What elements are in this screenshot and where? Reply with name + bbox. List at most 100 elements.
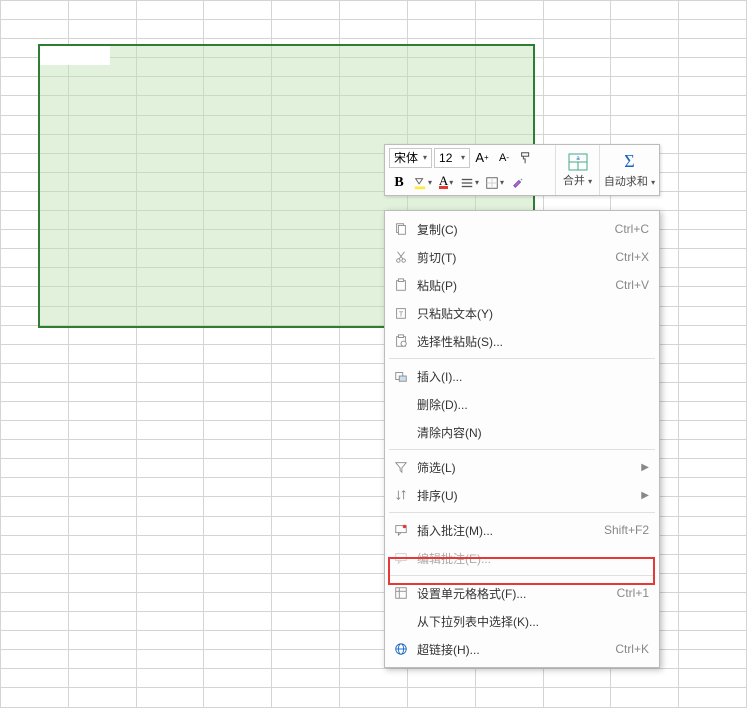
cell[interactable] [475, 669, 543, 688]
cell[interactable] [679, 230, 747, 249]
cell[interactable] [204, 191, 272, 210]
cell[interactable] [204, 612, 272, 631]
cell[interactable] [68, 39, 136, 58]
cell[interactable] [272, 440, 340, 459]
menu-clear[interactable]: 清除内容(N) [385, 418, 659, 446]
cell[interactable] [204, 401, 272, 420]
cell[interactable] [68, 325, 136, 344]
cell[interactable] [1, 115, 69, 134]
cell[interactable] [68, 421, 136, 440]
cell[interactable] [1, 535, 69, 554]
menu-cut[interactable]: 剪切(T) Ctrl+X [385, 243, 659, 271]
cell[interactable] [272, 211, 340, 230]
cell[interactable] [68, 191, 136, 210]
cell[interactable] [272, 478, 340, 497]
cell[interactable] [68, 211, 136, 230]
cell[interactable] [407, 669, 475, 688]
cell[interactable] [1, 96, 69, 115]
cell[interactable] [68, 344, 136, 363]
cell[interactable] [68, 669, 136, 688]
font-color-button[interactable]: A ▾ [436, 172, 456, 194]
menu-sort[interactable]: 排序(U) ▶ [385, 481, 659, 509]
menu-format-cells[interactable]: 设置单元格格式(F)... Ctrl+1 [385, 579, 659, 607]
cell[interactable] [1, 58, 69, 77]
cell[interactable] [543, 688, 611, 708]
cell[interactable] [475, 39, 543, 58]
cell[interactable] [679, 96, 747, 115]
cell[interactable] [136, 401, 204, 420]
cell[interactable] [1, 382, 69, 401]
cell[interactable] [611, 77, 679, 96]
cell[interactable] [68, 287, 136, 306]
cell[interactable] [1, 497, 69, 516]
cell[interactable] [136, 440, 204, 459]
cell[interactable] [272, 191, 340, 210]
cell[interactable] [679, 20, 747, 39]
cell[interactable] [611, 39, 679, 58]
cell[interactable] [1, 516, 69, 535]
cell[interactable] [136, 39, 204, 58]
cell[interactable] [475, 77, 543, 96]
cell[interactable] [475, 688, 543, 708]
cell[interactable] [679, 172, 747, 191]
cell[interactable] [679, 153, 747, 172]
cell[interactable] [1, 631, 69, 650]
cell[interactable] [204, 268, 272, 287]
cell[interactable] [204, 516, 272, 535]
cell[interactable] [136, 77, 204, 96]
cell[interactable] [611, 20, 679, 39]
cell[interactable] [1, 459, 69, 478]
cell[interactable] [340, 77, 408, 96]
cell[interactable] [340, 39, 408, 58]
cell[interactable] [1, 554, 69, 573]
cell[interactable] [407, 20, 475, 39]
cell[interactable] [1, 325, 69, 344]
cell[interactable] [272, 134, 340, 153]
cell[interactable] [679, 382, 747, 401]
cell[interactable] [68, 77, 136, 96]
cell[interactable] [272, 58, 340, 77]
cell[interactable] [68, 153, 136, 172]
cell[interactable] [272, 573, 340, 592]
cell[interactable] [204, 535, 272, 554]
cell[interactable] [272, 96, 340, 115]
menu-insert[interactable]: 插入(I)... [385, 362, 659, 390]
cell[interactable] [204, 554, 272, 573]
font-name-select[interactable]: 宋体 ▾ [389, 148, 432, 168]
cell[interactable] [136, 573, 204, 592]
cell[interactable] [272, 1, 340, 20]
cell[interactable] [136, 478, 204, 497]
cell[interactable] [68, 382, 136, 401]
cell[interactable] [272, 535, 340, 554]
cell[interactable] [68, 478, 136, 497]
align-button[interactable]: ▾ [458, 172, 481, 194]
cell[interactable] [1, 612, 69, 631]
bold-button[interactable]: B [389, 172, 409, 194]
cell[interactable] [68, 1, 136, 20]
cell[interactable] [1, 401, 69, 420]
cell[interactable] [679, 306, 747, 325]
cell[interactable] [204, 669, 272, 688]
cell[interactable] [136, 211, 204, 230]
cell[interactable] [543, 96, 611, 115]
cell[interactable] [1, 134, 69, 153]
cell[interactable] [204, 211, 272, 230]
cell[interactable] [68, 497, 136, 516]
cell[interactable] [1, 249, 69, 268]
cell[interactable] [272, 172, 340, 191]
cell[interactable] [272, 306, 340, 325]
cell[interactable] [1, 440, 69, 459]
cell[interactable] [68, 58, 136, 77]
cell[interactable] [272, 39, 340, 58]
cell[interactable] [136, 153, 204, 172]
cell[interactable] [679, 115, 747, 134]
cell[interactable] [136, 230, 204, 249]
cell[interactable] [136, 268, 204, 287]
menu-insert-comment[interactable]: 插入批注(M)... Shift+F2 [385, 516, 659, 544]
cell[interactable] [68, 230, 136, 249]
cell[interactable] [1, 363, 69, 382]
cell[interactable] [1, 592, 69, 611]
cell[interactable] [272, 669, 340, 688]
cell[interactable] [68, 650, 136, 669]
cell[interactable] [68, 249, 136, 268]
